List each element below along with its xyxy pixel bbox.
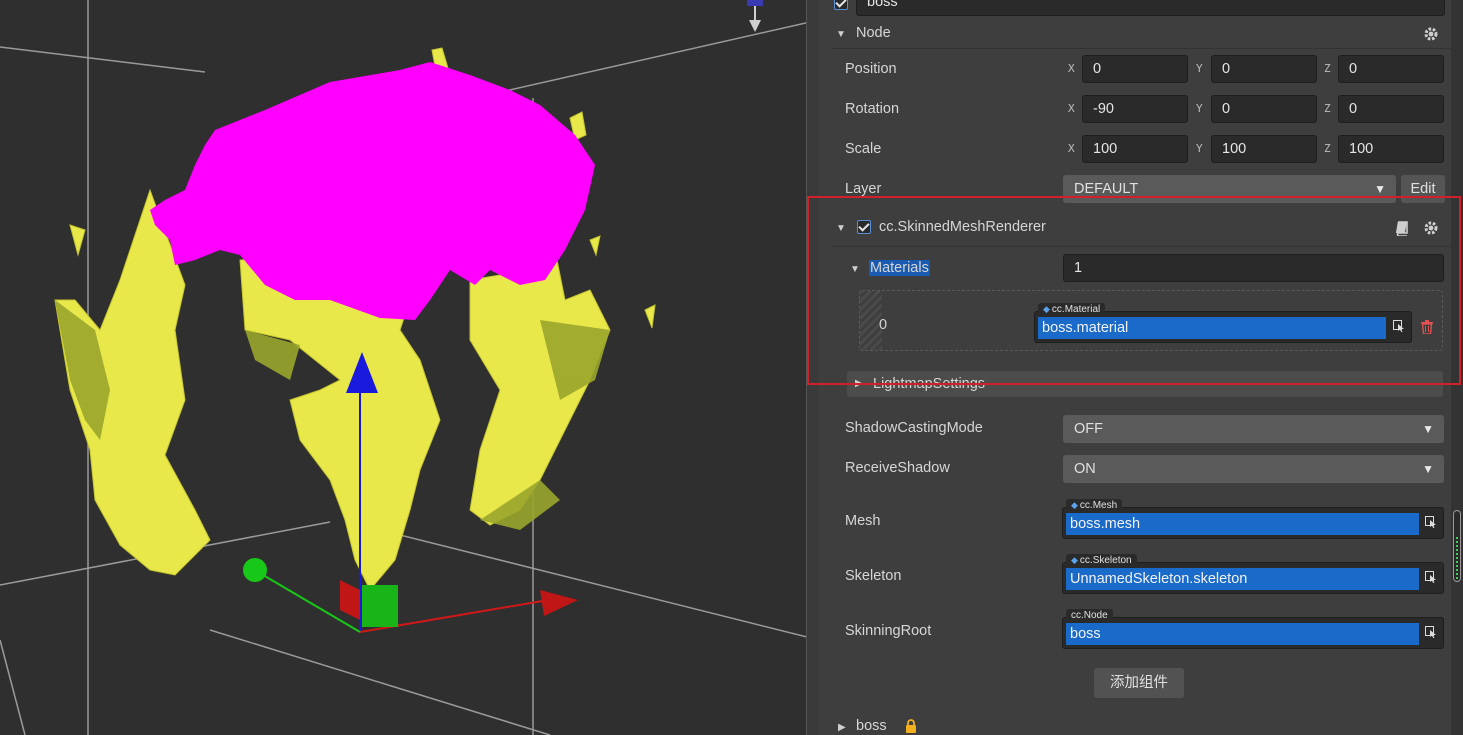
node-section-expand-icon[interactable]: ▼ <box>836 29 846 40</box>
node-settings-gear-icon[interactable] <box>1423 26 1439 42</box>
panel-splitter[interactable] <box>806 0 819 735</box>
mesh-asset-value: boss.mesh <box>1066 513 1419 535</box>
material-asset-field[interactable]: ◆ cc.Material boss.material <box>1034 303 1412 343</box>
materials-list: 0 ◆ cc.Material boss.material <box>859 290 1443 351</box>
asset-pick-icon[interactable] <box>1393 320 1405 332</box>
skeleton-type-tag: ◆ cc.Skeleton <box>1066 554 1137 567</box>
materials-expand-icon[interactable]: ▼ <box>850 264 860 275</box>
lock-icon[interactable] <box>905 719 917 733</box>
skeleton-label: Skeleton <box>845 568 902 584</box>
shadow-casting-value: OFF <box>1074 421 1103 437</box>
receive-shadow-value: ON <box>1074 461 1096 477</box>
rotation-x-input[interactable]: -90 <box>1082 95 1188 123</box>
view-orientation-icon[interactable] <box>747 0 763 32</box>
position-y-axis-label: Y <box>1196 62 1203 75</box>
help-book-icon[interactable] <box>1395 221 1409 236</box>
position-z-input[interactable]: 0 <box>1338 55 1444 83</box>
asset-diamond-icon: ◆ <box>1071 555 1078 565</box>
skeleton-asset-field[interactable]: ◆ cc.Skeleton UnnamedSkeleton.skeleton <box>1062 554 1444 594</box>
inspector-scrollbar[interactable] <box>1451 0 1463 735</box>
asset-pick-icon[interactable] <box>1425 516 1437 528</box>
mesh-label: Mesh <box>845 513 881 529</box>
lightmap-expand-icon[interactable]: ▶ <box>855 378 863 389</box>
position-x-axis-label: X <box>1068 62 1075 75</box>
chevron-down-icon: ▼ <box>1422 422 1434 436</box>
chevron-down-icon: ▼ <box>1374 182 1386 196</box>
scene-viewport[interactable] <box>0 0 819 735</box>
translate-gizmo-x-arrow[interactable] <box>540 590 578 616</box>
component-enabled-checkbox[interactable] <box>857 220 871 234</box>
rotation-y-input[interactable]: 0 <box>1211 95 1317 123</box>
material-asset-value: boss.material <box>1038 317 1386 339</box>
mesh-asset-field[interactable]: ◆ cc.Mesh boss.mesh <box>1062 499 1444 539</box>
position-label: Position <box>845 61 897 77</box>
layer-select[interactable]: DEFAULT ▼ <box>1063 175 1396 203</box>
scale-x-input[interactable]: 100 <box>1082 135 1188 163</box>
rotation-label: Rotation <box>845 101 900 117</box>
skeleton-asset-value: UnnamedSkeleton.skeleton <box>1066 568 1419 590</box>
scale-label: Scale <box>845 141 882 157</box>
skinning-root-value: boss <box>1066 623 1419 645</box>
child-node-name: boss <box>856 718 887 734</box>
rotation-z-input[interactable]: 0 <box>1338 95 1444 123</box>
add-component-button[interactable]: 添加组件 <box>1094 668 1184 698</box>
scene-canvas[interactable] <box>0 0 819 735</box>
boss-mesh-magenta <box>150 62 595 320</box>
materials-count-input[interactable]: 1 <box>1063 254 1444 282</box>
scale-x-axis-label: X <box>1068 142 1075 155</box>
chevron-down-icon: ▼ <box>1422 462 1434 476</box>
child-node-expand-icon[interactable]: ▶ <box>838 722 846 733</box>
layer-select-value: DEFAULT <box>1074 181 1139 197</box>
shadow-casting-label: ShadowCastingMode <box>845 420 983 436</box>
scale-y-axis-label: Y <box>1196 142 1203 155</box>
mesh-type-tag: ◆ cc.Mesh <box>1066 499 1123 512</box>
delete-trash-icon[interactable] <box>1421 320 1433 334</box>
lightmap-settings-section[interactable]: ▶ LightmapSettings <box>847 371 1443 397</box>
skinning-root-type-tag: cc.Node <box>1066 609 1113 622</box>
translate-gizmo-plane[interactable] <box>362 585 398 627</box>
scale-z-input[interactable]: 100 <box>1338 135 1444 163</box>
asset-diamond-icon: ◆ <box>1043 304 1050 314</box>
translate-gizmo-z-handle[interactable] <box>243 558 267 582</box>
component-expand-icon[interactable]: ▼ <box>836 223 846 234</box>
layer-label: Layer <box>845 181 882 197</box>
material-type-tag: ◆ cc.Material <box>1038 303 1106 316</box>
skinning-root-field[interactable]: cc.Node boss <box>1062 609 1444 649</box>
component-title: cc.SkinnedMeshRenderer <box>879 219 1046 235</box>
asset-pick-icon[interactable] <box>1425 571 1437 583</box>
layer-edit-button[interactable]: Edit <box>1401 175 1445 203</box>
receive-shadow-label: ReceiveShadow <box>845 460 950 476</box>
rotation-z-axis-label: Z <box>1324 102 1331 115</box>
node-section-title: Node <box>856 25 891 41</box>
shadow-casting-select[interactable]: OFF ▼ <box>1063 415 1444 443</box>
inspector-panel: boss ▼ Node Position X 0 Y 0 Z 0 Rotatio… <box>819 0 1463 735</box>
scale-y-input[interactable]: 100 <box>1211 135 1317 163</box>
lightmap-settings-label: LightmapSettings <box>873 376 986 392</box>
receive-shadow-select[interactable]: ON ▼ <box>1063 455 1444 483</box>
material-index: 0 <box>879 317 888 333</box>
node-name-input[interactable]: boss <box>856 0 1445 16</box>
rotation-y-axis-label: Y <box>1196 102 1203 115</box>
position-z-axis-label: Z <box>1324 62 1331 75</box>
scale-z-axis-label: Z <box>1324 142 1331 155</box>
position-x-input[interactable]: 0 <box>1082 55 1188 83</box>
asset-diamond-icon: ◆ <box>1071 500 1078 510</box>
node-active-checkbox[interactable] <box>834 0 848 10</box>
component-settings-gear-icon[interactable] <box>1423 220 1439 236</box>
position-y-input[interactable]: 0 <box>1211 55 1317 83</box>
rotation-x-axis-label: X <box>1068 102 1075 115</box>
skinning-root-label: SkinningRoot <box>845 623 932 639</box>
scrollbar-thumb[interactable] <box>1453 510 1461 582</box>
asset-pick-icon[interactable] <box>1425 626 1437 638</box>
materials-label: Materials <box>869 260 930 276</box>
